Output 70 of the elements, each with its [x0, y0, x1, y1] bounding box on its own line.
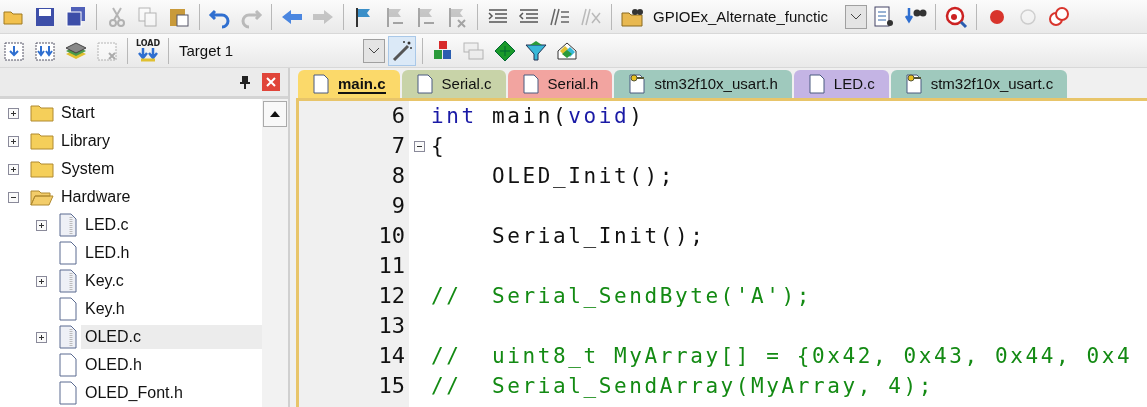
- file-icon: [58, 241, 78, 265]
- file-icon: [807, 74, 826, 94]
- code-line: // Serial_SendArray(MyArray, 4);: [431, 373, 936, 400]
- load-button[interactable]: LOAD: [134, 35, 162, 66]
- tree-item[interactable]: Key.h: [81, 297, 129, 321]
- line-number: 12: [377, 282, 406, 310]
- code-line: OLED_Init();: [490, 163, 676, 190]
- chevron-down-icon: [368, 46, 380, 55]
- file-tab[interactable]: stm32f10x_usart.h: [614, 70, 792, 98]
- line-number: 7: [390, 132, 406, 160]
- file-icon: [312, 74, 330, 94]
- line-number: 10: [377, 222, 406, 250]
- up-arrow-icon: [270, 111, 280, 117]
- tree-item[interactable]: System: [57, 157, 119, 181]
- chevron-down-icon: [850, 12, 862, 21]
- find-text: GPIOEx_Alternate_functic: [652, 8, 830, 25]
- folder-icon: [30, 160, 54, 178]
- expand-icon[interactable]: [8, 135, 19, 147]
- pin-icon[interactable]: [240, 75, 250, 89]
- source-file-icon: [58, 269, 78, 293]
- file-tab[interactable]: Serial.h: [507, 70, 613, 98]
- file-icon: [521, 74, 540, 94]
- tree-item[interactable]: Key.c: [81, 269, 128, 293]
- open-folder-icon: [30, 188, 54, 206]
- file-tab[interactable]: stm32f10x_usart.c: [890, 70, 1068, 98]
- line-number: 15: [377, 372, 406, 400]
- tree-item[interactable]: OLED_Font.h: [81, 381, 187, 405]
- file-icon: [58, 353, 78, 377]
- collapse-icon[interactable]: [413, 140, 425, 152]
- code-line: // Serial_SendByte('A');: [431, 283, 814, 310]
- file-icon: [415, 74, 434, 94]
- folder-icon: [30, 132, 54, 150]
- code-line: {: [431, 133, 448, 160]
- file-tab[interactable]: Serial.c: [401, 70, 506, 98]
- code-line: // uint8_t MyArray[] = {0x42, 0x43, 0x44, 0x4: [431, 343, 1134, 370]
- target-name: Target 1: [178, 42, 235, 59]
- line-number: 8: [390, 162, 406, 190]
- tree-item[interactable]: LED.c: [81, 213, 133, 237]
- line-number: 11: [377, 252, 406, 280]
- tree-item[interactable]: OLED.h: [81, 353, 146, 377]
- file-tab[interactable]: main.c: [298, 70, 400, 98]
- magic-wand-icon[interactable]: [388, 35, 416, 66]
- expand-icon[interactable]: [8, 163, 19, 175]
- line-number: 9: [390, 192, 406, 220]
- line-number: 14: [377, 342, 406, 370]
- file-icon: [58, 297, 78, 321]
- tree-item[interactable]: OLED.c: [81, 325, 262, 349]
- source-file-icon: [58, 325, 78, 349]
- close-button[interactable]: [262, 73, 280, 91]
- folder-icon: [30, 104, 54, 122]
- expand-icon[interactable]: [36, 219, 47, 231]
- code-line: int main(void): [431, 103, 646, 130]
- expand-icon[interactable]: [8, 107, 19, 119]
- expand-icon[interactable]: [36, 331, 47, 343]
- tree-item[interactable]: Library: [57, 129, 114, 153]
- line-number: 6: [390, 102, 406, 130]
- code-line: Serial_Init();: [490, 223, 707, 250]
- source-file-icon: [58, 213, 78, 237]
- tree-item[interactable]: Start: [57, 101, 99, 125]
- collapse-icon[interactable]: [8, 191, 19, 203]
- file-tab[interactable]: LED.c: [793, 70, 889, 98]
- expand-icon[interactable]: [36, 275, 47, 287]
- close-icon: [266, 77, 276, 87]
- down-arrows-icon: [137, 48, 159, 62]
- key-file-icon: [904, 74, 923, 94]
- tree-item[interactable]: Hardware: [57, 185, 135, 209]
- key-file-icon: [628, 74, 647, 94]
- tree-item[interactable]: LED.h: [81, 241, 134, 265]
- scroll-up-button[interactable]: [263, 101, 287, 127]
- line-number: 13: [377, 312, 406, 340]
